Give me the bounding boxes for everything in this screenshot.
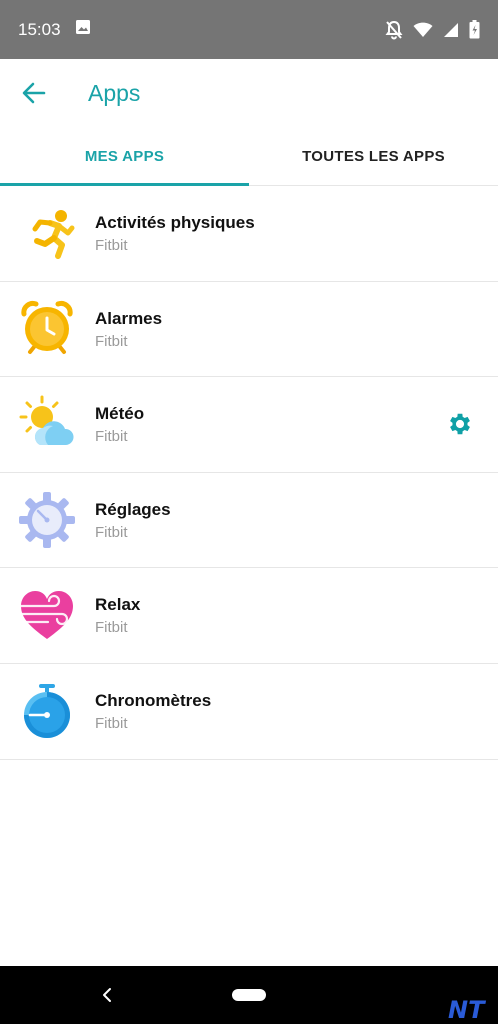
app-name: Alarmes xyxy=(95,308,163,328)
navigation-bar: NT xyxy=(0,966,498,1024)
heart-breath-icon xyxy=(16,586,76,644)
list-item-reglages[interactable]: Réglages Fitbit xyxy=(0,473,498,569)
list-item-chronometres[interactable]: Chronomètres Fitbit xyxy=(0,664,498,760)
status-left: 15:03 xyxy=(18,19,91,40)
app-name: Relax xyxy=(95,595,141,615)
app-developer: Fitbit xyxy=(95,332,128,350)
app-bar: Apps xyxy=(0,59,498,127)
app-developer: Fitbit xyxy=(95,428,128,446)
notifications-off-icon xyxy=(385,20,403,40)
app-name: Météo xyxy=(95,404,145,424)
image-icon xyxy=(75,19,91,40)
watermark-logo: NT xyxy=(448,996,485,1024)
app-developer: Fitbit xyxy=(95,523,128,541)
app-name: Réglages xyxy=(95,499,171,519)
nav-home-button[interactable] xyxy=(232,989,266,1001)
app-developer: Fitbit xyxy=(95,619,128,637)
status-time: 15:03 xyxy=(18,19,61,39)
settings-gear-icon xyxy=(18,491,76,549)
app-list: Activités physiques Fitbit Alarmes Fitbi… xyxy=(0,186,498,760)
nav-back-icon[interactable] xyxy=(100,986,116,1004)
signal-icon xyxy=(443,22,459,38)
gear-icon[interactable] xyxy=(446,410,474,438)
alarm-clock-icon xyxy=(18,300,76,358)
wifi-icon xyxy=(413,22,433,38)
battery-icon xyxy=(469,20,480,39)
page-title: Apps xyxy=(88,80,141,106)
status-bar: 15:03 xyxy=(0,0,498,59)
list-item-relax[interactable]: Relax Fitbit xyxy=(0,568,498,664)
stopwatch-icon xyxy=(18,682,76,740)
app-developer: Fitbit xyxy=(95,237,128,254)
list-item-alarmes[interactable]: Alarmes Fitbit xyxy=(0,282,498,378)
app-developer: Fitbit xyxy=(95,714,128,732)
app-name: Activités physiques xyxy=(95,213,255,232)
tab-mes-apps[interactable]: MES APPS xyxy=(0,127,249,186)
tab-toutes-les-apps[interactable]: TOUTES LES APPS xyxy=(249,127,498,186)
tab-bar: MES APPS TOUTES LES APPS xyxy=(0,127,498,186)
running-person-icon xyxy=(18,204,76,262)
status-right xyxy=(385,20,480,40)
weather-icon xyxy=(18,395,76,453)
arrow-left-icon[interactable] xyxy=(20,79,48,107)
app-name: Chronomètres xyxy=(95,690,212,710)
list-item-activites-physiques[interactable]: Activités physiques Fitbit xyxy=(0,186,498,282)
list-item-meteo[interactable]: Météo Fitbit xyxy=(0,377,498,473)
